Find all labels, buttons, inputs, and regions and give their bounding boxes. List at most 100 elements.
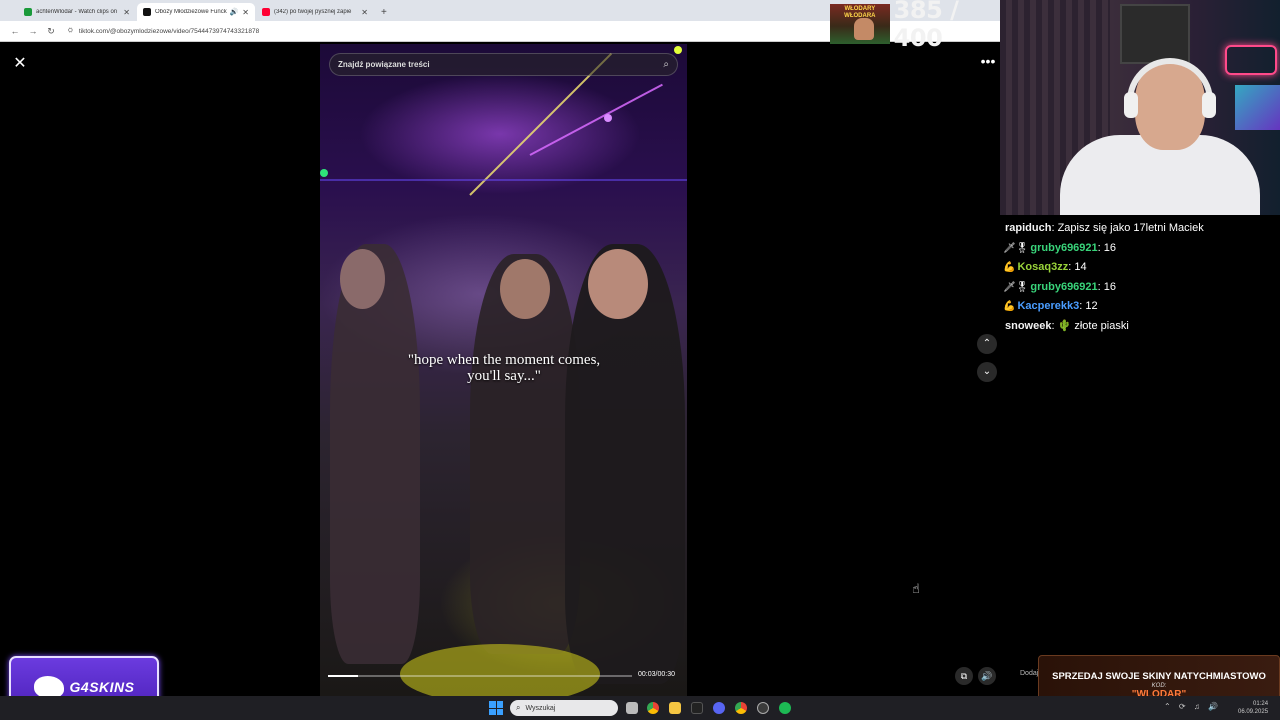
taskbar-search-label: Wyszukaj — [525, 704, 556, 712]
search-icon[interactable]: ⌕ — [663, 59, 669, 70]
new-tab-plus-icon[interactable]: + — [375, 7, 393, 21]
sub-goal-face — [854, 18, 874, 40]
chat-username[interactable]: gruby696921 — [1030, 278, 1097, 298]
caption-line-1: "hope when the moment comes, — [407, 352, 601, 368]
chat-text: 14 — [1074, 261, 1087, 274]
chat-message: 💪 Kacperekk3: 12 — [1003, 297, 1276, 317]
sub-goal-count: 385 / 400 — [893, 0, 959, 52]
clock-date: 06.09.2025 — [1238, 709, 1269, 715]
clock-time: 01:24 — [1253, 701, 1269, 707]
chat-text: 12 — [1085, 300, 1098, 313]
chat-badge-icon: 🗡🎖 — [1003, 242, 1029, 254]
taskbar-search[interactable]: ⌕ Wyszukaj — [510, 700, 618, 716]
wall-poster — [1120, 4, 1190, 64]
obs-icon[interactable] — [757, 702, 769, 714]
tab-close-icon[interactable]: ✕ — [242, 8, 249, 17]
chat-username[interactable]: snoweek — [1005, 317, 1051, 337]
close-video-button[interactable]: ✕ — [10, 54, 30, 74]
dancer-skin — [340, 249, 385, 309]
chat-message: 💪 Kosaq3zz: 14 — [1003, 258, 1276, 278]
browser-tab-kick[interactable]: achtenWlodar - Watch clips on ✕ — [18, 3, 136, 21]
neon-sign — [1225, 45, 1277, 75]
back-arrow-icon[interactable]: ← — [6, 26, 24, 36]
file-explorer-icon[interactable] — [669, 702, 681, 714]
chat-text: 16 — [1103, 241, 1117, 254]
stream-chat: rapiduch: Zapisz się jako 17letni Maciek… — [1000, 215, 1280, 332]
youtube-favicon-icon — [262, 8, 270, 16]
dancer-skin — [500, 259, 550, 319]
panther-logo-icon — [33, 676, 64, 698]
search-icon: ⌕ — [516, 703, 521, 712]
video-progress-fill — [328, 675, 359, 677]
chat-message: snoweek: 🌵 złote piaski — [1003, 317, 1276, 337]
video-progress-bar[interactable] — [328, 675, 632, 677]
discord-icon[interactable] — [713, 702, 725, 714]
chrome-alt-icon[interactable] — [735, 702, 747, 714]
stage-light-beam — [320, 179, 687, 181]
task-view-icon[interactable] — [626, 702, 638, 714]
headset-earcup — [1124, 92, 1138, 118]
related-content-search[interactable]: ⌕ — [329, 53, 678, 76]
chat-message: 🗡🎖 gruby696921: 16 — [1003, 239, 1276, 259]
windows-start-icon[interactable] — [489, 701, 503, 715]
previous-video-chevron-up-icon[interactable]: ⌃ — [977, 334, 997, 354]
stage-light-dot — [320, 169, 328, 177]
tab-close-icon[interactable]: ✕ — [361, 8, 368, 17]
video-time: 00:03/00:30 — [638, 671, 675, 678]
taskbar-clock[interactable]: 01:24 06.09.2025 — [1238, 700, 1268, 716]
url-field[interactable]: ⛭ tiktok.com/@obozymlodziezowe/video/754… — [68, 28, 259, 35]
windows-taskbar: ⌕ Wyszukaj ⌃ ⟳ ♫ 🔊 01:24 06.09.2025 — [0, 696, 1280, 720]
chrome-icon[interactable] — [647, 702, 659, 714]
chat-text: 🌵 złote piaski — [1057, 319, 1129, 332]
dancer-skin — [588, 249, 648, 319]
chat-text: Zapisz się jako 17letni Maciek — [1057, 222, 1204, 234]
site-info-icon[interactable]: ⛭ — [68, 28, 73, 35]
chat-badge-icon: 🗡🎖 — [1003, 281, 1029, 293]
browser-tab-tiktok[interactable]: Obozy Młodzieżowe Funck 🔊 ✕ — [137, 3, 255, 21]
sponsor-name: G4SKINS — [69, 679, 135, 695]
chat-badge-icon: 💪 — [1003, 262, 1016, 274]
browser-tab-youtube[interactable]: (342) po twojej pysznej zapie ✕ — [256, 3, 374, 21]
reload-icon[interactable]: ↻ — [42, 26, 60, 37]
picture-in-picture-icon[interactable]: ⧉ — [955, 667, 973, 685]
forward-arrow-icon[interactable]: → — [24, 26, 42, 36]
chat-message: 🗡🎖 gruby696921: 16 — [1003, 278, 1276, 298]
spotify-icon[interactable] — [779, 702, 791, 714]
chat-username[interactable]: gruby696921 — [1030, 239, 1097, 259]
stage-light-dot — [674, 46, 682, 54]
chat-username[interactable]: Kosaq3zz — [1017, 258, 1068, 278]
chat-username[interactable]: rapiduch — [1005, 219, 1051, 239]
sub-goal-overlay: WŁODARY WŁODARA 385 / 400 — [830, 0, 1000, 52]
tiktok-favicon-icon — [143, 8, 151, 16]
tab-title: (342) po twojej pysznej zapie — [274, 9, 352, 15]
caption-line-2: you'll say..." — [467, 368, 541, 384]
promo-headline: SPRZEDAJ SWOJE SKINY NATYCHMIASTOWO — [1052, 671, 1266, 682]
chat-badge-icon: 💪 — [1003, 301, 1016, 313]
streamer-webcam — [1000, 0, 1280, 215]
rgb-monitor — [1235, 85, 1280, 130]
volume-icon[interactable]: 🔊 — [978, 667, 996, 685]
dancer-figure — [330, 244, 420, 664]
hand-cursor-icon: ☝ — [912, 581, 920, 596]
chat-username[interactable]: Kacperekk3 — [1017, 297, 1079, 317]
chat-text: 16 — [1103, 280, 1117, 293]
more-options-icon[interactable]: ••• — [977, 54, 999, 70]
video-caption: "hope when the moment comes, you'll say.… — [360, 352, 648, 384]
speaker-icon[interactable]: 🔊 — [230, 8, 239, 16]
sub-goal-image: WŁODARY WŁODARA — [830, 4, 890, 44]
kick-favicon-icon — [24, 8, 32, 16]
media-app-icon[interactable] — [691, 702, 703, 714]
stage-light-dot — [604, 114, 612, 122]
headset-icon — [1127, 58, 1213, 108]
floor-light — [400, 644, 600, 696]
stage-light-beam — [529, 83, 663, 156]
system-tray-icons[interactable]: ⌃ ⟳ ♫ 🔊 — [1164, 702, 1221, 711]
next-video-chevron-down-icon[interactable]: ⌄ — [977, 362, 997, 382]
related-search-input[interactable] — [338, 60, 664, 69]
headset-earcup — [1202, 92, 1216, 118]
url-text: tiktok.com/@obozymlodziezowe/video/75444… — [78, 27, 260, 35]
chat-message: rapiduch: Zapisz się jako 17letni Maciek — [1003, 219, 1276, 239]
tab-close-icon[interactable]: ✕ — [123, 8, 130, 17]
tab-title: Obozy Młodzieżowe Funck — [155, 9, 227, 15]
tab-title: achtenWlodar - Watch clips on — [36, 9, 118, 15]
